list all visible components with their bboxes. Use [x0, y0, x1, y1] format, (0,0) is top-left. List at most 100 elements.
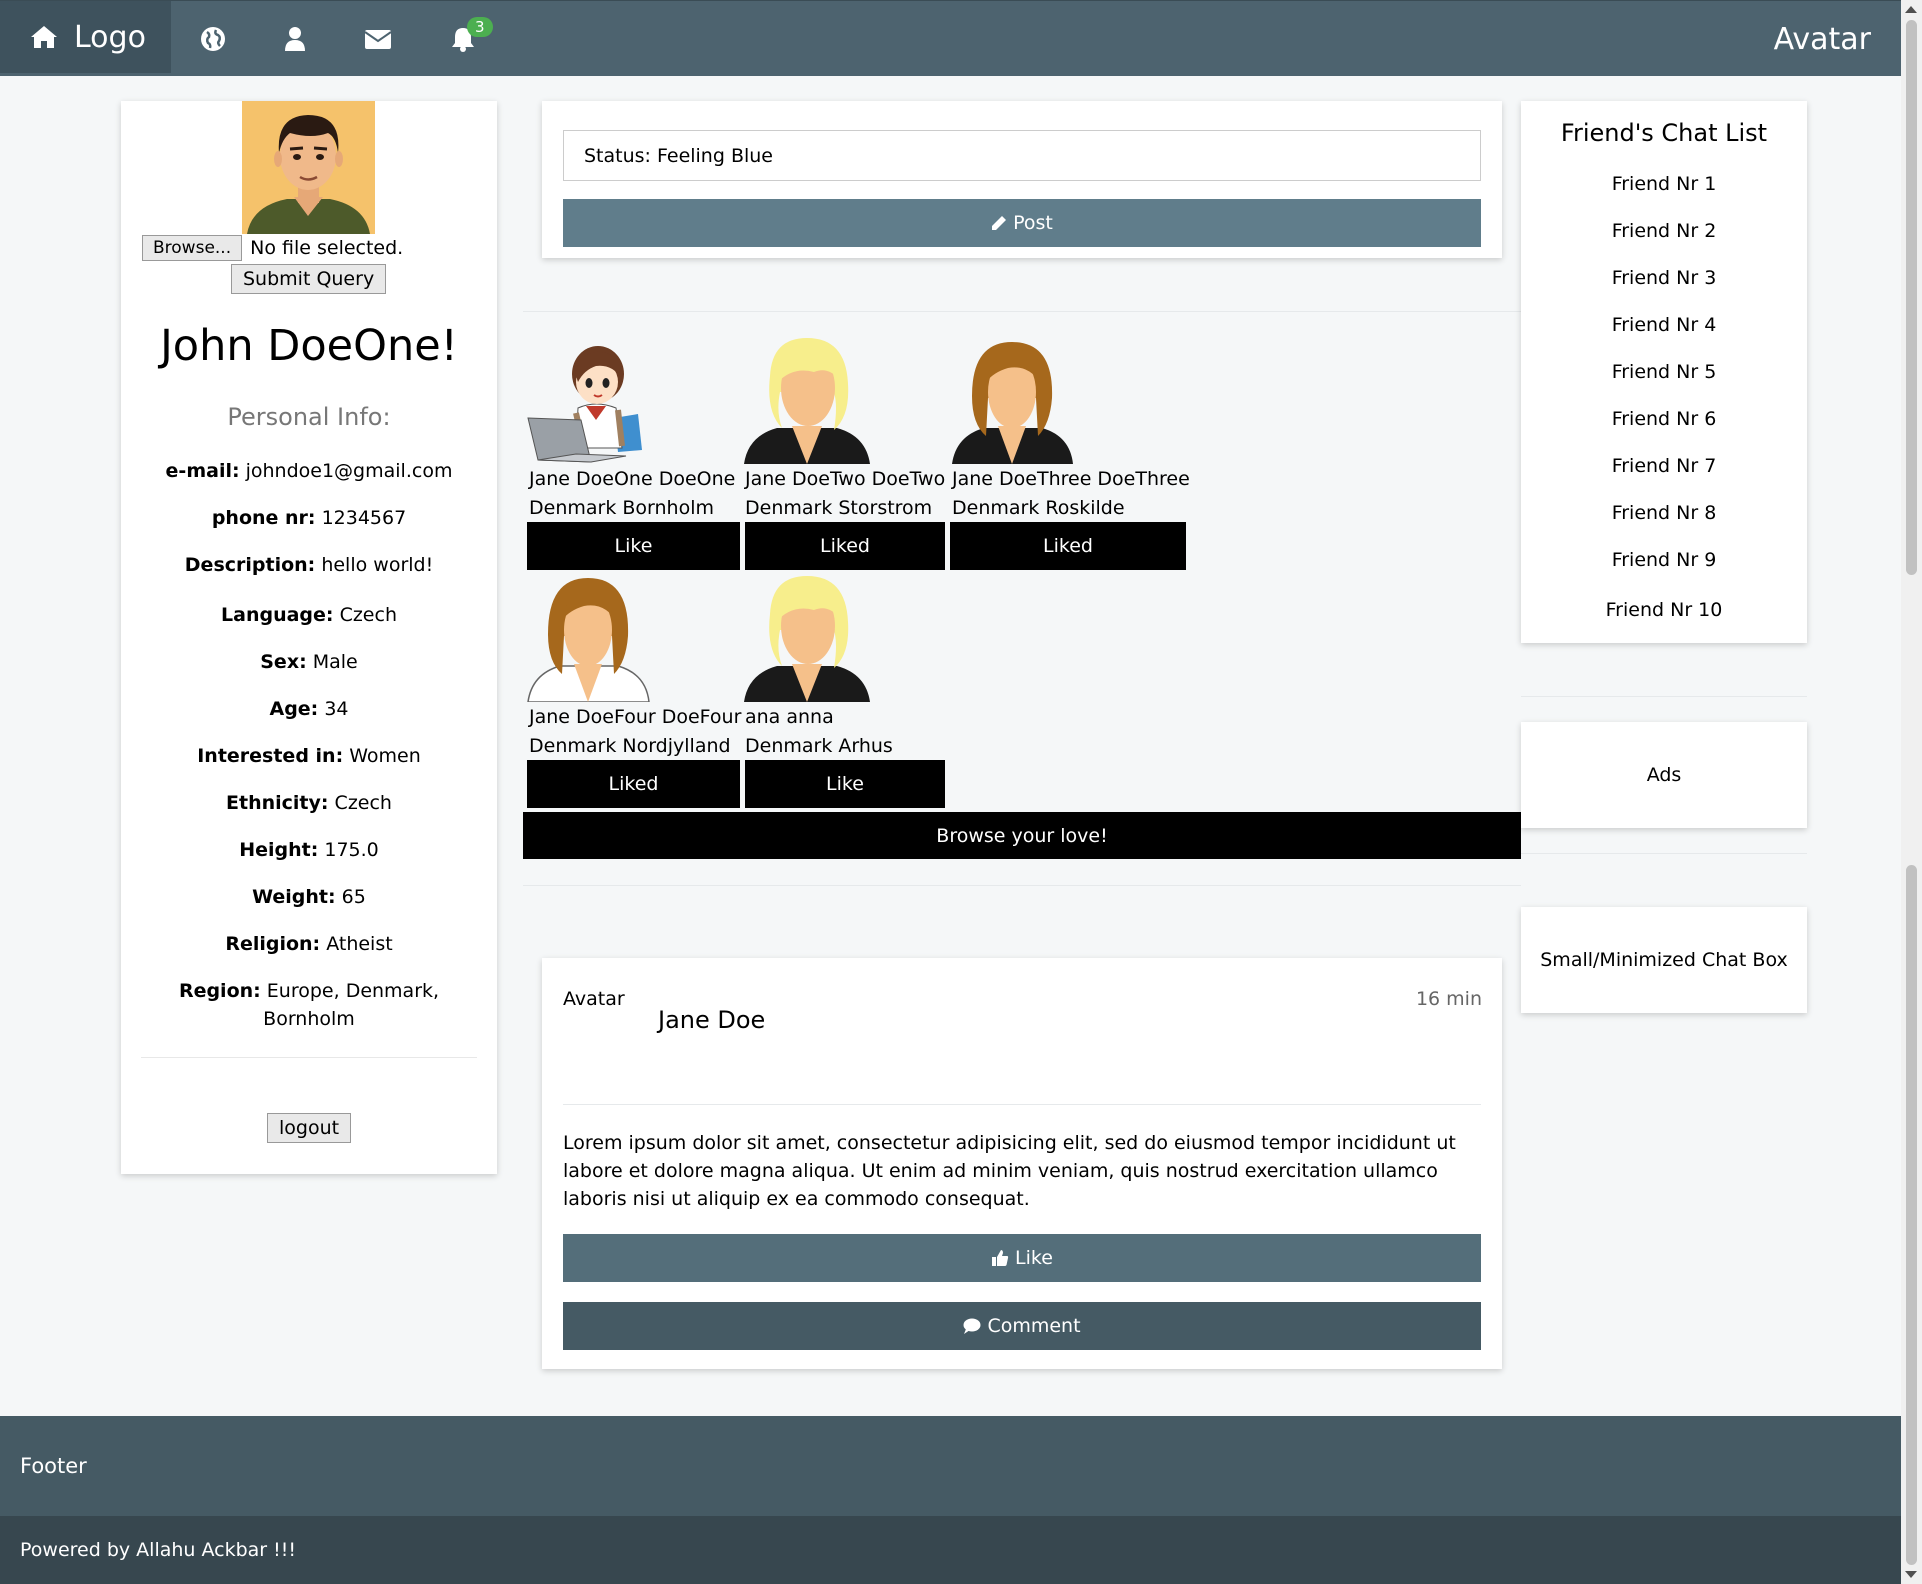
- match-photo-4[interactable]: [526, 574, 651, 706]
- match-name: Jane DoeFour DoeFour: [529, 706, 742, 728]
- brunette-woman-avatar: [952, 342, 1073, 464]
- footer-title: Footer: [20, 1454, 87, 1478]
- match-location: Denmark Arhus: [745, 735, 893, 757]
- liked-button[interactable]: Liked: [950, 522, 1186, 570]
- blonde-woman-avatar: [744, 576, 870, 702]
- logout-button[interactable]: logout: [267, 1113, 352, 1143]
- info-label: Height:: [239, 839, 319, 861]
- info-religion: Religion: Atheist: [141, 930, 477, 958]
- friend-item[interactable]: Friend Nr 7: [1521, 455, 1807, 477]
- liked-button[interactable]: Liked: [745, 522, 945, 570]
- ads-panel: Ads: [1521, 722, 1807, 828]
- match-photo-1[interactable]: [526, 338, 659, 468]
- post-button-label: Post: [1013, 212, 1053, 234]
- post-like-label: Like: [1015, 1247, 1053, 1269]
- nav-globe-link[interactable]: [173, 1, 253, 77]
- info-value: hello world!: [321, 554, 434, 576]
- info-value: 34: [324, 698, 349, 720]
- friend-item[interactable]: Friend Nr 6: [1521, 408, 1807, 430]
- post-timestamp: 16 min: [1415, 988, 1482, 1010]
- nav-messages-link[interactable]: [338, 1, 418, 77]
- friend-item[interactable]: Friend Nr 10: [1521, 599, 1807, 621]
- brand-label: Logo: [74, 19, 146, 55]
- file-upload-row: Browse... No file selected.: [142, 235, 403, 261]
- personal-info-heading: Personal Info:: [227, 403, 391, 431]
- post-button[interactable]: Post: [563, 199, 1481, 247]
- match-name: Jane DoeOne DoeOne: [529, 468, 736, 490]
- like-button[interactable]: Like: [745, 760, 945, 808]
- match-info-5: ana anna Denmark Arhus: [745, 703, 893, 761]
- match-location: Denmark Nordjylland: [529, 735, 731, 757]
- info-language: Language: Czech: [141, 601, 477, 629]
- liked-button[interactable]: Liked: [527, 760, 740, 808]
- browse-file-button[interactable]: Browse...: [142, 235, 243, 261]
- scroll-up-arrow-icon[interactable]: [1905, 6, 1917, 13]
- status-input[interactable]: Status: Feeling Blue: [563, 130, 1481, 181]
- home-icon: [31, 26, 57, 48]
- info-label: e-mail:: [165, 460, 240, 482]
- match-info-1: Jane DoeOne DoeOne Denmark Bornholm: [529, 465, 735, 523]
- blonde-woman-avatar: [744, 338, 870, 464]
- friend-item[interactable]: Friend Nr 2: [1521, 220, 1807, 242]
- match-photo-2[interactable]: [742, 336, 872, 468]
- post-comment-button[interactable]: Comment: [563, 1302, 1481, 1350]
- friend-item[interactable]: Friend Nr 8: [1521, 502, 1807, 524]
- info-value: Czech: [339, 604, 397, 626]
- friend-item[interactable]: Friend Nr 5: [1521, 361, 1807, 383]
- browse-love-button[interactable]: Browse your love!: [523, 812, 1521, 859]
- status-card: Status: Feeling Blue Post: [542, 101, 1502, 258]
- home-logo-link[interactable]: Logo: [0, 1, 171, 73]
- like-button[interactable]: Like: [527, 522, 740, 570]
- info-value-line2: Bornholm: [263, 1008, 355, 1030]
- friend-item[interactable]: Friend Nr 3: [1521, 267, 1807, 289]
- post-avatar: Avatar: [563, 988, 625, 1010]
- info-label: Sex:: [260, 651, 307, 673]
- vertical-scrollbar[interactable]: [1901, 0, 1922, 1584]
- info-value: Male: [312, 651, 358, 673]
- post-card: Avatar Jane Doe 16 min Lorem ipsum dolor…: [542, 958, 1502, 1369]
- footer: Footer: [0, 1416, 1901, 1516]
- friend-item[interactable]: Friend Nr 1: [1521, 173, 1807, 195]
- divider: [1521, 696, 1807, 697]
- info-phone: phone nr: 1234567: [141, 504, 477, 532]
- friend-item[interactable]: Friend Nr 9: [1521, 549, 1807, 571]
- match-photo-5[interactable]: [742, 574, 872, 706]
- info-label: Religion:: [225, 933, 321, 955]
- info-label: phone nr:: [211, 507, 316, 529]
- submit-query-button[interactable]: Submit Query: [231, 264, 387, 294]
- info-label: Region:: [178, 980, 261, 1002]
- comment-icon: [963, 1318, 981, 1334]
- top-navbar: Logo 3 Avatar: [0, 0, 1901, 76]
- match-location: Denmark Roskilde: [952, 497, 1125, 519]
- match-photo-3[interactable]: [950, 338, 1075, 468]
- post-author[interactable]: Jane Doe: [658, 1006, 765, 1034]
- info-value: 65: [341, 886, 366, 908]
- match-info-3: Jane DoeThree DoeThree Denmark Roskilde: [952, 465, 1190, 523]
- info-weight: Weight: 65: [141, 883, 477, 911]
- nav-avatar-link[interactable]: Avatar: [1774, 1, 1871, 77]
- info-email: e-mail: johndoe1@gmail.com: [141, 457, 477, 485]
- profile-card: Browse... No file selected. Submit Query…: [121, 101, 497, 1174]
- match-name: Jane DoeThree DoeThree: [952, 468, 1190, 490]
- minimized-chat-box[interactable]: Small/Minimized Chat Box: [1521, 907, 1807, 1013]
- nav-notifications-link[interactable]: 3: [423, 1, 503, 77]
- post-comment-label: Comment: [987, 1315, 1081, 1337]
- friend-item[interactable]: Friend Nr 4: [1521, 314, 1807, 336]
- divider: [523, 885, 1521, 886]
- scrollbar-thumb[interactable]: [1906, 20, 1917, 575]
- match-location: Denmark Bornholm: [529, 497, 714, 519]
- info-age: Age: 34: [141, 695, 477, 723]
- info-label: Language:: [221, 604, 334, 626]
- info-ethnicity: Ethnicity: Czech: [141, 789, 477, 817]
- info-label: Interested in:: [197, 745, 344, 767]
- post-like-button[interactable]: Like: [563, 1234, 1481, 1282]
- match-info-2: Jane DoeTwo DoeTwo Denmark Storstrom: [745, 465, 945, 523]
- profile-avatar: [242, 101, 375, 234]
- nav-profile-link[interactable]: [255, 1, 335, 77]
- divider: [563, 1104, 1481, 1105]
- scroll-down-arrow-icon[interactable]: [1905, 1571, 1917, 1578]
- info-sex: Sex: Male: [141, 648, 477, 676]
- info-label: Age:: [269, 698, 319, 720]
- file-status-text: No file selected.: [250, 237, 404, 259]
- info-region: Region: Europe, Denmark, Bornholm: [141, 977, 477, 1033]
